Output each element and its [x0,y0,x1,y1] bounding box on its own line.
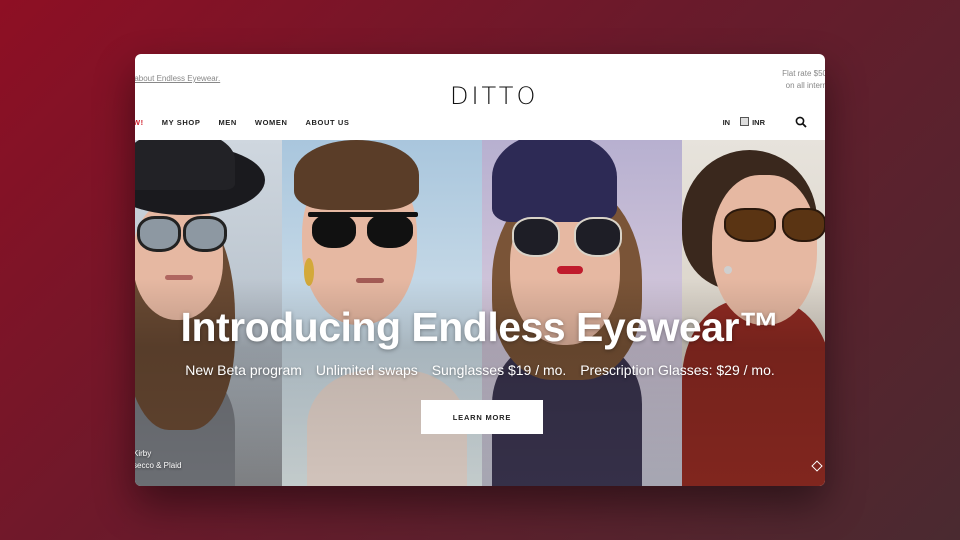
country-selector[interactable]: IN [723,118,731,127]
credit-line-2: secco & Plaid [135,461,182,470]
currency-label: INR [752,118,765,127]
shipping-line-1: Flat rate $50 [782,69,825,78]
nav-item-my-shop[interactable]: MY SHOP [162,118,201,127]
shipping-line-2: on all intern [785,81,825,90]
nav-item-new[interactable]: W! [135,118,144,127]
main-nav: W! MY SHOP MEN WOMEN ABOUT US [135,116,349,128]
utility-nav: IN INR [723,116,807,128]
photo-credit: Kirby secco & Plaid [135,448,181,472]
hero-headline: Introducing Endless Eyewear™ [180,304,780,350]
credit-line-1: Kirby [135,449,152,458]
learn-more-button[interactable]: LEARN MORE [421,400,543,434]
nav-item-women[interactable]: WOMEN [255,118,288,127]
subtitle-item-swaps: Unlimited swaps [315,362,418,378]
nav-item-men[interactable]: MEN [218,118,236,127]
currency-selector[interactable]: INR [740,117,765,127]
hero-banner: Introducing Endless Eyewear™ New Beta pr… [135,140,825,486]
flag-icon [740,117,750,126]
shipping-notice: Flat rate $50 on all intern [782,68,825,92]
hero-subtitle: New Beta program Unlimited swaps Sunglas… [135,362,825,378]
ditto-logo[interactable]: DITTO [450,82,538,110]
search-icon[interactable] [795,116,807,128]
nav-item-about-us[interactable]: ABOUT US [306,118,350,127]
subtitle-item-prescription: Prescription Glasses: $29 / mo. [580,362,775,378]
subtitle-item-beta: New Beta program [185,362,302,378]
subtitle-item-sunglasses: Sunglasses $19 / mo. [431,362,567,378]
browser-window: re about Endless Eyewear. DITTO Flat rat… [135,54,825,486]
announcement-link[interactable]: re about Endless Eyewear. [135,74,220,83]
